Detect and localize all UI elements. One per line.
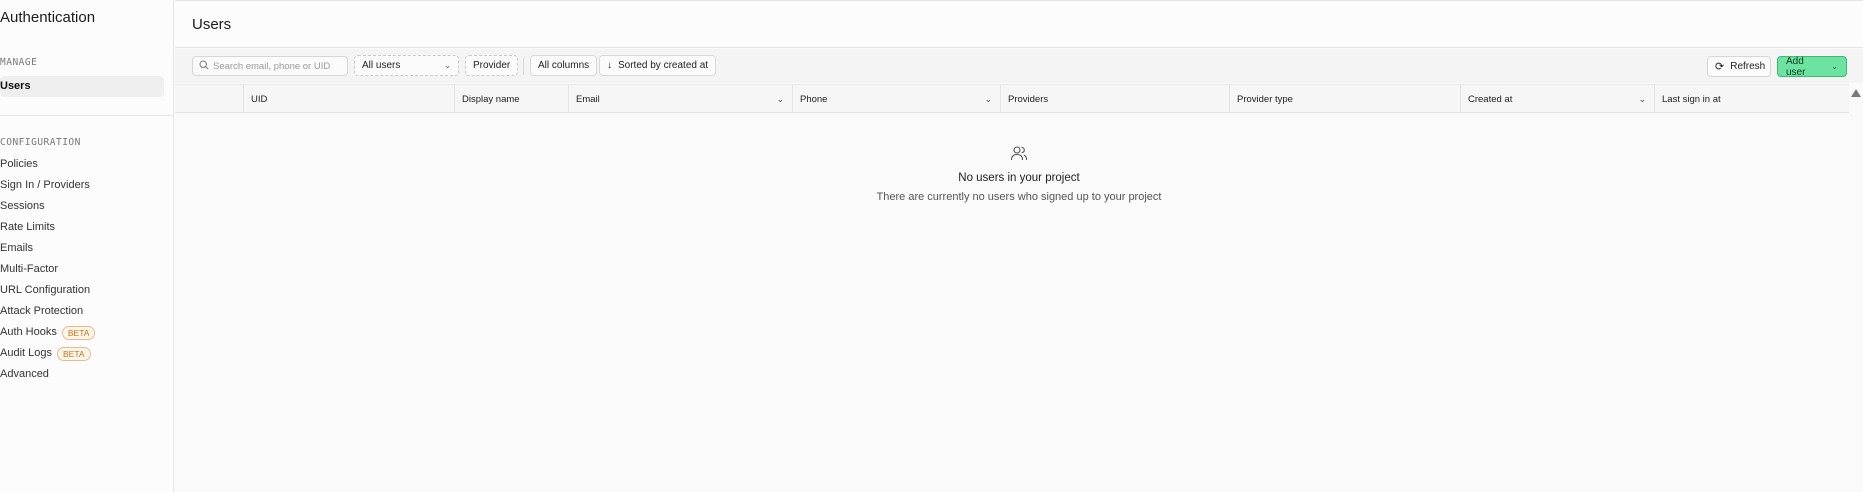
search-icon	[199, 57, 209, 75]
column-label: Email	[576, 93, 600, 105]
empty-state-title: No users in your project	[958, 172, 1080, 184]
sidebar-item-label: Users	[0, 80, 31, 92]
sidebar-item-audit-logs[interactable]: Audit Logs BETA	[0, 343, 164, 364]
user-filter-select[interactable]: All users ⌄	[354, 55, 459, 76]
chevron-down-icon[interactable]: ⌄	[1628, 94, 1654, 105]
column-label: Last sign in at	[1662, 93, 1721, 105]
column-label: Created at	[1468, 93, 1513, 105]
sidebar-item-label: Sign In / Providers	[0, 179, 90, 191]
section-label-manage: MANAGE	[0, 57, 38, 68]
empty-state: No users in your project There are curre…	[175, 145, 1863, 203]
chevron-down-icon[interactable]: ⌄	[974, 94, 1000, 105]
provider-filter-label: Provider	[473, 60, 511, 71]
column-label: Provider type	[1237, 93, 1293, 105]
sidebar-divider	[0, 115, 174, 116]
add-user-label: Add user	[1786, 55, 1806, 78]
refresh-button[interactable]: ⟳ Refresh	[1707, 56, 1771, 77]
sidebar-item-label: Attack Protection	[0, 305, 84, 317]
toolbar-divider	[523, 58, 524, 75]
sidebar-item-label: Auth Hooks	[0, 326, 57, 338]
refresh-label: Refresh	[1730, 61, 1766, 72]
sidebar-item-users[interactable]: Users	[0, 76, 164, 97]
section-label-configuration: CONFIGURATION	[0, 137, 81, 148]
sidebar-title: Authentication	[0, 9, 96, 26]
sidebar-item-emails[interactable]: Emails	[0, 238, 164, 259]
sort-button[interactable]: ↓ Sorted by created at	[599, 55, 717, 76]
column-header-phone[interactable]: Phone ⌄	[792, 85, 1000, 113]
search-input[interactable]	[213, 60, 343, 72]
column-header-provider-type[interactable]: Provider type	[1229, 85, 1460, 113]
sidebar-item-label: Advanced	[0, 368, 49, 380]
sidebar-item-label: Rate Limits	[0, 221, 56, 233]
columns-label: All columns	[538, 60, 590, 71]
sidebar-item-sign-in-providers[interactable]: Sign In / Providers	[0, 175, 164, 196]
sidebar-item-rate-limits[interactable]: Rate Limits	[0, 217, 164, 238]
column-label: UID	[251, 93, 268, 105]
column-header-uid[interactable]: UID	[243, 85, 454, 113]
users-table-header: UID Display name Email ⌄ Phone ⌄ Providers…	[175, 84, 1849, 113]
column-header-providers[interactable]: Providers	[1000, 85, 1229, 113]
sidebar-item-policies[interactable]: Policies	[0, 154, 164, 175]
sidebar-item-advanced[interactable]: Advanced	[0, 364, 164, 385]
sidebar-item-sessions[interactable]: Sessions	[0, 196, 164, 217]
sidebar-item-label: Sessions	[0, 200, 45, 212]
users-toolbar: All users ⌄ Provider All columns ↓ Sorte…	[175, 49, 1863, 83]
add-user-button[interactable]: Add user ⌄	[1777, 55, 1847, 78]
page-header: Users	[175, 0, 1863, 48]
search-box[interactable]	[192, 56, 348, 76]
chevron-down-icon: ⌄	[1831, 62, 1838, 71]
users-icon	[175, 145, 1863, 166]
provider-filter-button[interactable]: Provider	[465, 55, 519, 76]
sidebar-item-url-configuration[interactable]: URL Configuration	[0, 280, 164, 301]
sidebar: Authentication MANAGE Users CONFIGURATIO…	[0, 0, 174, 492]
beta-badge: BETA	[56, 346, 91, 361]
sidebar-item-multi-factor[interactable]: Multi-Factor	[0, 259, 164, 280]
columns-button[interactable]: All columns	[530, 55, 598, 76]
sidebar-item-attack-protection[interactable]: Attack Protection	[0, 301, 164, 322]
column-header-last-sign-in-at[interactable]: Last sign in at	[1654, 85, 1849, 113]
refresh-icon: ⟳	[1715, 61, 1725, 73]
empty-state-description: There are currently no users who signed …	[876, 191, 1162, 203]
beta-badge: BETA	[61, 325, 96, 340]
sort-label: Sorted by created at	[618, 60, 709, 71]
select-column-header	[175, 85, 243, 113]
chevron-down-icon: ⌄	[444, 61, 451, 70]
user-filter-value: All users	[362, 60, 401, 71]
scroll-up-arrow-icon[interactable]	[1851, 89, 1861, 97]
column-header-created-at[interactable]: Created at ⌄	[1460, 85, 1654, 113]
sidebar-item-label: Emails	[0, 242, 34, 254]
sidebar-item-label: URL Configuration	[0, 284, 91, 296]
arrow-down-icon: ↓	[607, 60, 612, 71]
sidebar-item-label: Audit Logs	[0, 347, 52, 359]
column-label: Phone	[800, 93, 828, 105]
chevron-down-icon[interactable]: ⌄	[766, 94, 792, 105]
column-header-display-name[interactable]: Display name	[454, 85, 568, 113]
sidebar-item-auth-hooks[interactable]: Auth Hooks BETA	[0, 322, 164, 343]
page-title: Users	[192, 16, 232, 33]
column-label: Providers	[1008, 93, 1049, 105]
sidebar-item-label: Multi-Factor	[0, 263, 59, 275]
sidebar-item-label: Policies	[0, 158, 38, 170]
column-label: Display name	[462, 93, 520, 105]
column-header-email[interactable]: Email ⌄	[568, 85, 792, 113]
